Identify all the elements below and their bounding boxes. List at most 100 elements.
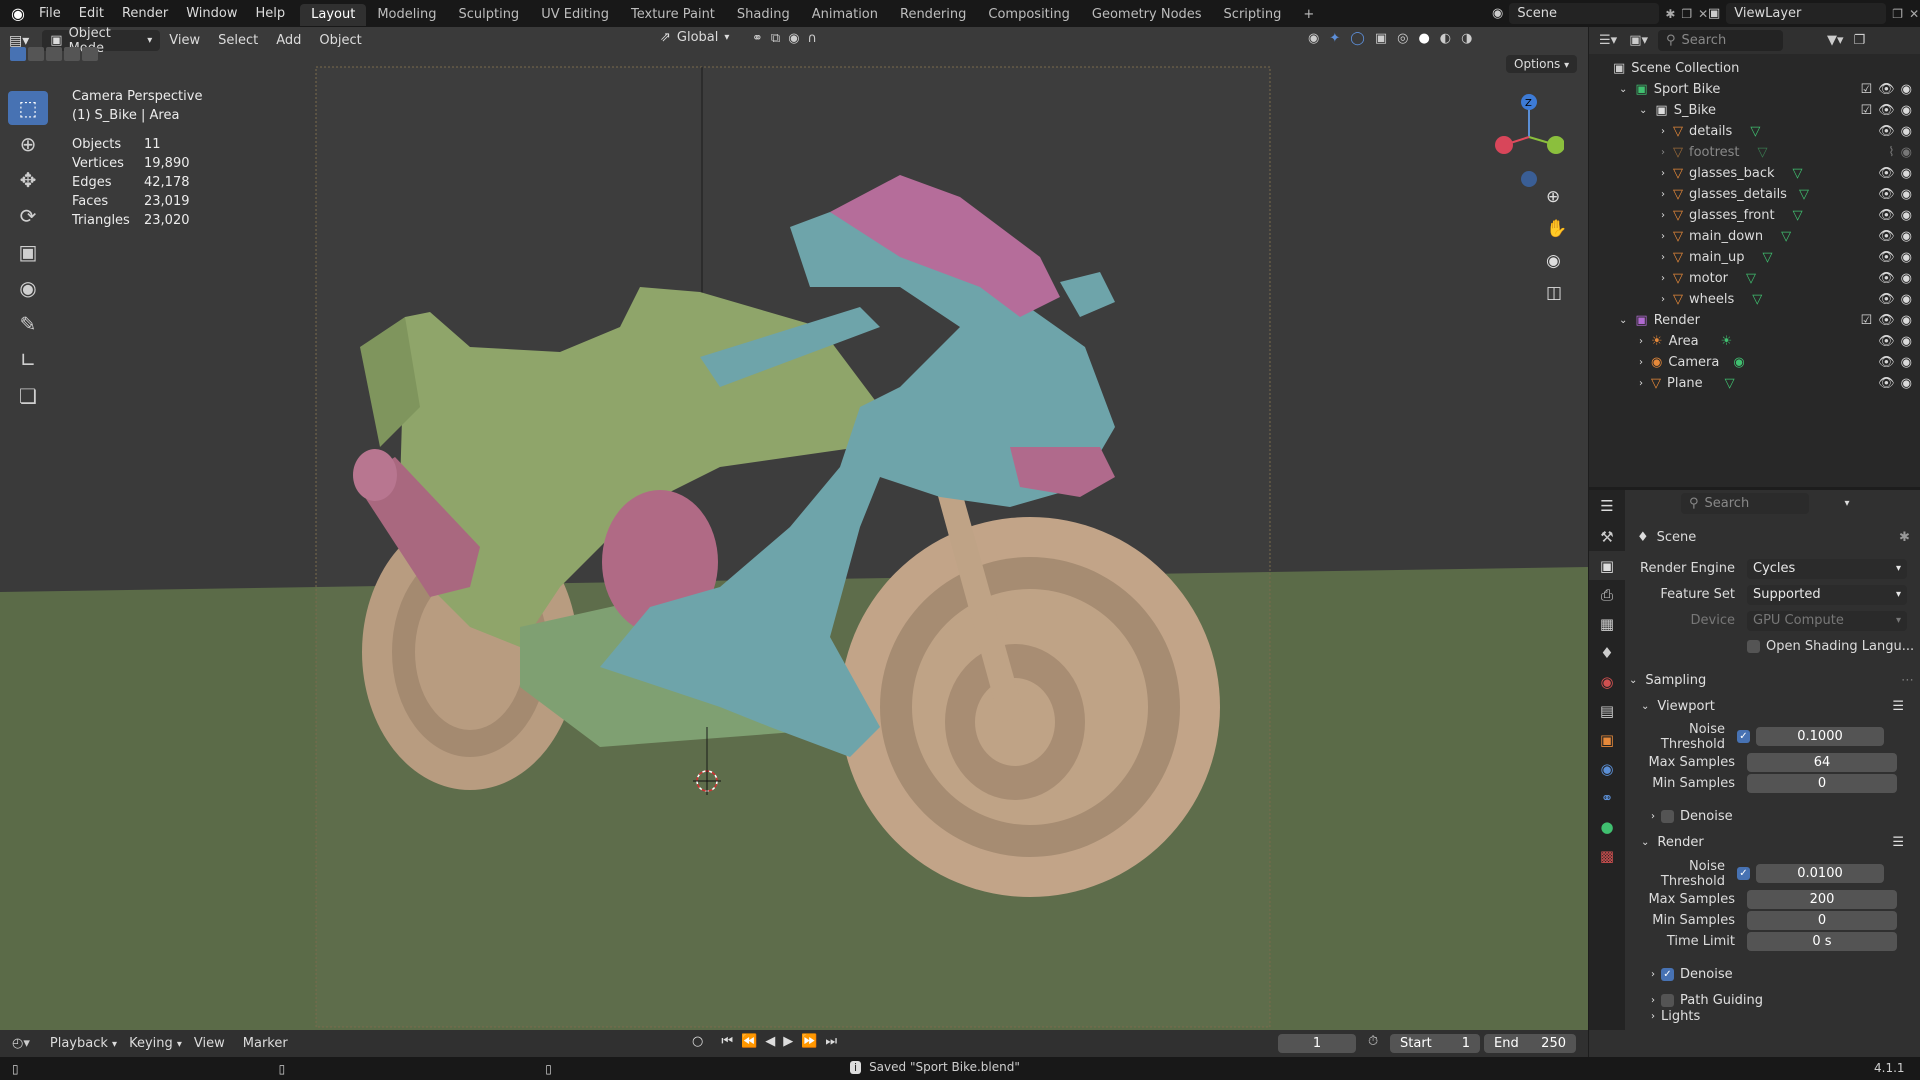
world-tab-icon[interactable]: ◉ [1589, 667, 1625, 696]
camera-render-icon[interactable]: ◉ [1901, 355, 1912, 370]
scene-name-field[interactable]: Scene [1509, 3, 1660, 24]
vp-denoise-subpanel[interactable]: › Denoise [1651, 804, 1914, 828]
chevron-right-icon[interactable]: › [1661, 147, 1665, 158]
eye-icon[interactable]: 👁 [1878, 376, 1895, 391]
pin-icon[interactable]: ✱ [1665, 7, 1675, 21]
camera-render-off-icon[interactable]: ◉ [1901, 145, 1912, 160]
shading-material-icon[interactable]: ◐ [1440, 31, 1451, 46]
viewport-menu-object[interactable]: Object [310, 33, 370, 48]
viewport-subpanel-header[interactable]: ⌄ Viewport ☰ [1641, 694, 1914, 718]
physics-tab-icon[interactable]: ◉ [1589, 754, 1625, 783]
timeline-menu-marker[interactable]: Marker [243, 1036, 288, 1051]
chevron-right-icon[interactable]: › [1639, 357, 1643, 368]
select-new-icon[interactable] [10, 47, 26, 61]
shading-rendered-icon[interactable]: ◑ [1461, 31, 1472, 46]
transform-tool-icon[interactable]: ◉ [8, 271, 48, 305]
outliner-item-area[interactable]: › ☀ Area ☀ 👁 ◉ [1589, 331, 1920, 352]
r-time-limit-field[interactable]: 0 s [1747, 932, 1897, 951]
select-intersect-icon[interactable] [82, 47, 98, 61]
object-tab-icon[interactable]: ▣ [1589, 725, 1625, 754]
camera-render-icon[interactable]: ◉ [1901, 334, 1912, 349]
blender-logo-icon[interactable]: ◉ [6, 0, 30, 27]
timeline-menu-view[interactable]: View [194, 1036, 225, 1051]
eye-icon[interactable]: 👁 [1878, 313, 1895, 328]
cursor-tool-icon[interactable]: ⊕ [8, 127, 48, 161]
camera-render-icon[interactable]: ◉ [1901, 124, 1912, 139]
chevron-right-icon[interactable]: › [1661, 273, 1665, 284]
end-frame-field[interactable]: End 250 [1484, 1034, 1576, 1053]
eye-icon[interactable]: 👁 [1878, 82, 1895, 97]
camera-render-icon[interactable]: ◉ [1901, 187, 1912, 202]
camera-render-icon[interactable]: ◉ [1901, 229, 1912, 244]
shading-solid-icon[interactable]: ● [1418, 31, 1429, 46]
tab-layout[interactable]: Layout [300, 3, 367, 26]
texture-tab-icon[interactable]: ▩ [1589, 841, 1625, 870]
drag-handle-icon[interactable]: ⋯ [1901, 673, 1914, 688]
tool-tab-icon[interactable]: ⚒ [1589, 522, 1625, 551]
render-engine-dropdown[interactable]: Cycles ▾ [1747, 558, 1907, 579]
feature-set-dropdown[interactable]: Supported ▾ [1747, 584, 1907, 605]
filter-icon[interactable]: ▼▾ [1827, 33, 1844, 48]
camera-render-icon[interactable]: ◉ [1901, 271, 1912, 286]
eye-icon[interactable]: 👁 [1878, 292, 1895, 307]
camera-render-icon[interactable]: ◉ [1901, 166, 1912, 181]
outliner-item-camera[interactable]: › ◉ Camera ◉ 👁 ◉ [1589, 352, 1920, 373]
outliner-item-glasses-back[interactable]: › ▽ glasses_back ▽ 👁 ◉ [1589, 163, 1920, 184]
chevron-down-icon[interactable]: ⌄ [1619, 315, 1627, 326]
eye-icon[interactable]: 👁 [1878, 334, 1895, 349]
pivot-icon[interactable]: ⚭ [752, 31, 763, 46]
select-extend-icon[interactable] [28, 47, 44, 61]
chevron-right-icon[interactable]: › [1639, 336, 1643, 347]
menu-render[interactable]: Render [113, 0, 177, 27]
presets-icon[interactable]: ☰ [1892, 835, 1904, 850]
vp-max-samples-field[interactable]: 64 [1747, 753, 1897, 772]
checkbox-icon[interactable]: ☑ [1860, 313, 1872, 328]
chevron-right-icon[interactable]: › [1661, 231, 1665, 242]
gizmo-neg-z-axis[interactable] [1521, 171, 1537, 187]
overlay-toggle-icon[interactable]: ◯ [1350, 31, 1365, 46]
tab-modeling[interactable]: Modeling [366, 4, 447, 26]
zoom-icon[interactable]: ⊕ [1546, 187, 1567, 207]
eye-icon[interactable]: 👁 [1878, 166, 1895, 181]
xray-icon[interactable]: ▣ [1375, 31, 1387, 46]
data-tab-icon[interactable]: ● [1589, 812, 1625, 841]
new-collection-icon[interactable]: ❐ [1854, 33, 1866, 48]
tab-uv-editing[interactable]: UV Editing [530, 4, 620, 26]
outliner-item-s-bike[interactable]: ⌄ ▣ S_Bike ☑ 👁 ◉ [1589, 100, 1920, 121]
tab-geometry-nodes[interactable]: Geometry Nodes [1081, 4, 1213, 26]
menu-edit[interactable]: Edit [70, 0, 113, 27]
eye-icon[interactable]: 👁 [1878, 124, 1895, 139]
outliner-item-main-up[interactable]: › ▽ main_up ▽ 👁 ◉ [1589, 247, 1920, 268]
outliner-item-motor[interactable]: › ▽ motor ▽ 👁 ◉ [1589, 268, 1920, 289]
outliner-item-details[interactable]: › ▽ details ▽ 👁 ◉ [1589, 121, 1920, 142]
r-denoise-checkbox[interactable]: ✓ [1661, 967, 1674, 981]
chevron-right-icon[interactable]: › [1661, 126, 1665, 137]
presets-icon[interactable]: ☰ [1892, 699, 1904, 714]
select-box-tool-icon[interactable]: ⬚ [8, 91, 48, 125]
scene-tab-icon[interactable]: ♦ [1589, 638, 1625, 667]
pin-icon[interactable]: ✱ [1899, 530, 1910, 545]
timeline-editor-icon[interactable]: ◴▾ [12, 1036, 30, 1051]
viewport-menu-view[interactable]: View [160, 33, 209, 48]
transform-orientation[interactable]: ⇗ Global ▾ [660, 30, 729, 45]
tab-animation[interactable]: Animation [801, 4, 889, 26]
proportional-edit-icon[interactable]: ◉ [788, 31, 799, 46]
outliner-item-render[interactable]: ⌄ ▣ Render ☑ 👁 ◉ [1589, 310, 1920, 331]
eye-icon[interactable]: 👁 [1878, 208, 1895, 223]
chevron-right-icon[interactable]: › [1661, 210, 1665, 221]
outliner-item-sport-bike[interactable]: ⌄ ▣ Sport Bike ☑ 👁 ◉ [1589, 79, 1920, 100]
tab-scripting[interactable]: Scripting [1213, 4, 1293, 26]
tab-compositing[interactable]: Compositing [977, 4, 1081, 26]
tab-texture-paint[interactable]: Texture Paint [620, 4, 726, 26]
prev-keyframe-icon[interactable]: ⏪ [741, 1034, 757, 1049]
r-max-samples-field[interactable]: 200 [1747, 890, 1897, 909]
pan-hand-icon[interactable]: ✋ [1546, 219, 1567, 239]
r-noise-threshold-checkbox[interactable]: ✓ [1737, 867, 1750, 880]
eye-icon[interactable]: 👁 [1878, 187, 1895, 202]
outliner-search-input[interactable]: ⚲ Search [1658, 30, 1783, 51]
camera-render-icon[interactable]: ◉ [1901, 313, 1912, 328]
chevron-right-icon[interactable]: › [1661, 189, 1665, 200]
path-guiding-checkbox[interactable] [1661, 993, 1674, 1007]
chevron-right-icon[interactable]: › [1661, 294, 1665, 305]
menu-file[interactable]: File [30, 0, 70, 27]
